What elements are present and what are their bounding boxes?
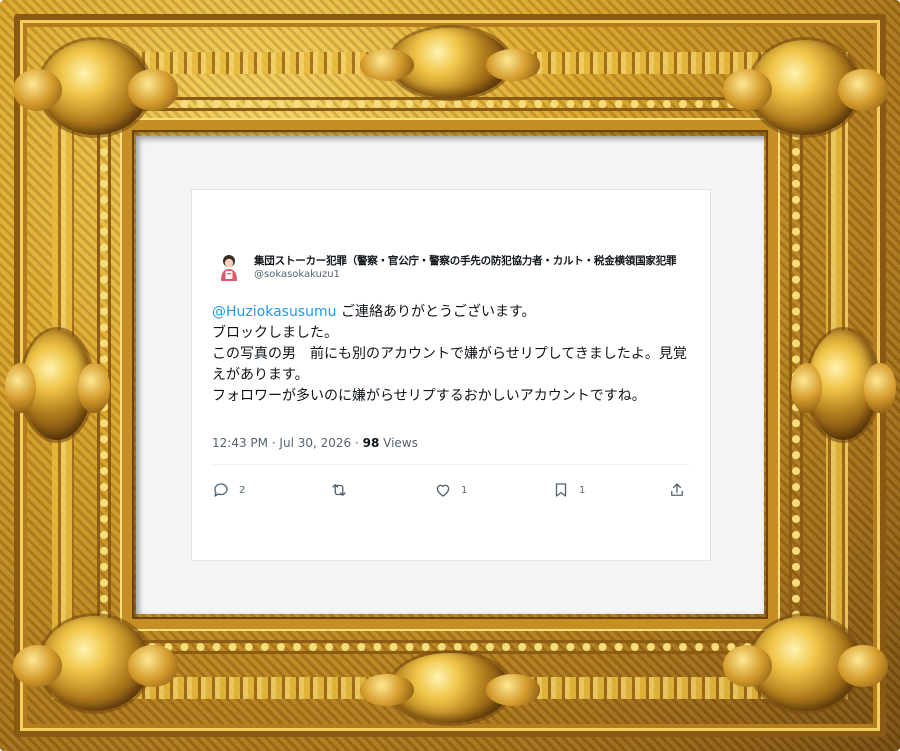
like-button[interactable]: 1 [434,478,467,502]
mention-link[interactable]: @Huziokasusumu [212,304,337,320]
frame-ornament-left-center [4,330,110,440]
share-button[interactable] [668,478,686,502]
avatar-illustration-icon [221,255,237,281]
reply-icon [214,483,228,497]
tweet-header: 集団ストーカー犯罪（警察・官公庁・警察の手先の防犯協力者・カルト・税金横領国家犯… [212,250,702,286]
frame-ornament-right-center [790,330,896,440]
frame-ornament-top-center [360,28,540,98]
avatar[interactable] [212,250,246,284]
user-handle[interactable]: @sokasokakuzu1 [254,269,340,280]
frame-corner-ornament-bottom-right [722,616,888,711]
reply-count: 2 [239,484,246,496]
retweet-icon [332,484,346,496]
views-label: Views [379,436,418,450]
tweet-text: @Huziokasusumu ご連絡ありがとうございます。 ブロックしました。 … [212,302,692,407]
tweet-actions: 2 1 1 [212,478,690,502]
frame-corner-ornament-bottom-left [12,616,178,711]
retweet-button[interactable] [330,478,357,502]
frame-corner-ornament-top-left [12,40,178,135]
divider [212,464,690,465]
reply-button[interactable]: 2 [212,478,245,502]
heart-icon [436,484,450,497]
views-count: 98 [362,436,380,450]
tweet-meta: 12:43 PM · Jul 30, 2026 · 98 Views [212,436,418,450]
bookmark-icon [555,483,567,497]
share-icon [671,483,683,496]
tweet-timestamp[interactable]: 12:43 PM · Jul 30, 2026 · [212,436,363,450]
like-count: 1 [461,484,468,496]
frame-corner-ornament-top-right [722,40,888,135]
bookmark-count: 1 [579,484,586,496]
bookmark-button[interactable]: 1 [552,478,585,502]
display-name[interactable]: 集団ストーカー犯罪（警察・官公庁・警察の手先の防犯協力者・カルト・税金横領国家犯… [254,253,710,268]
tweet-card: 集団ストーカー犯罪（警察・官公庁・警察の手先の防犯協力者・カルト・税金横領国家犯… [192,190,710,560]
frame-ornament-bottom-center [360,653,540,723]
